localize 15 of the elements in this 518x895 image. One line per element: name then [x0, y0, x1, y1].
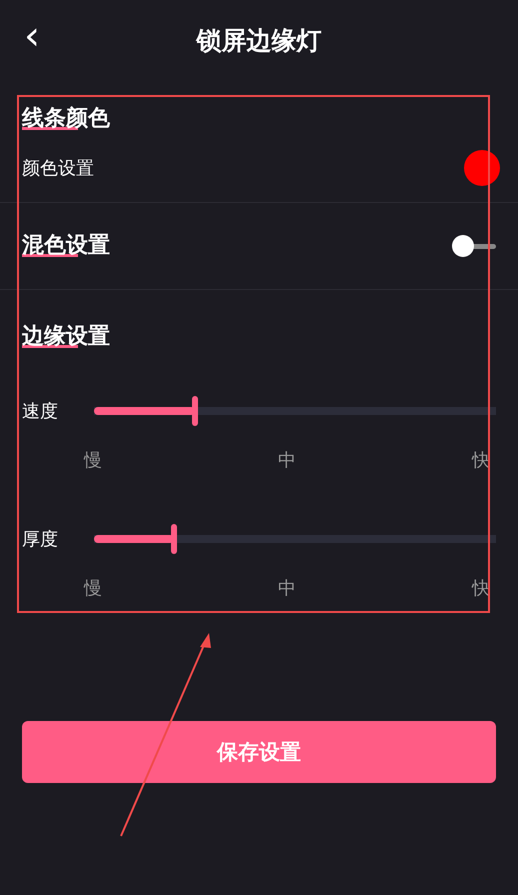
back-button[interactable]: ‹ — [24, 16, 40, 56]
tick-label: 慢 — [84, 449, 102, 472]
page-title: 锁屏边缘灯 — [196, 24, 322, 56]
tick-label: 快 — [472, 449, 490, 472]
blend-toggle[interactable] — [452, 235, 496, 257]
slider-thumb[interactable] — [171, 524, 178, 554]
tick-label: 中 — [278, 449, 296, 472]
slider-label: 速度 — [22, 400, 59, 423]
tick-label: 中 — [278, 577, 296, 600]
tick-label: 快 — [472, 577, 490, 600]
slider-label: 厚度 — [22, 528, 59, 551]
slider-thumb[interactable] — [192, 396, 198, 426]
tick-label: 慢 — [84, 577, 102, 600]
color-swatch[interactable] — [464, 150, 500, 186]
color-setting-label: 颜色设置 — [22, 157, 94, 180]
